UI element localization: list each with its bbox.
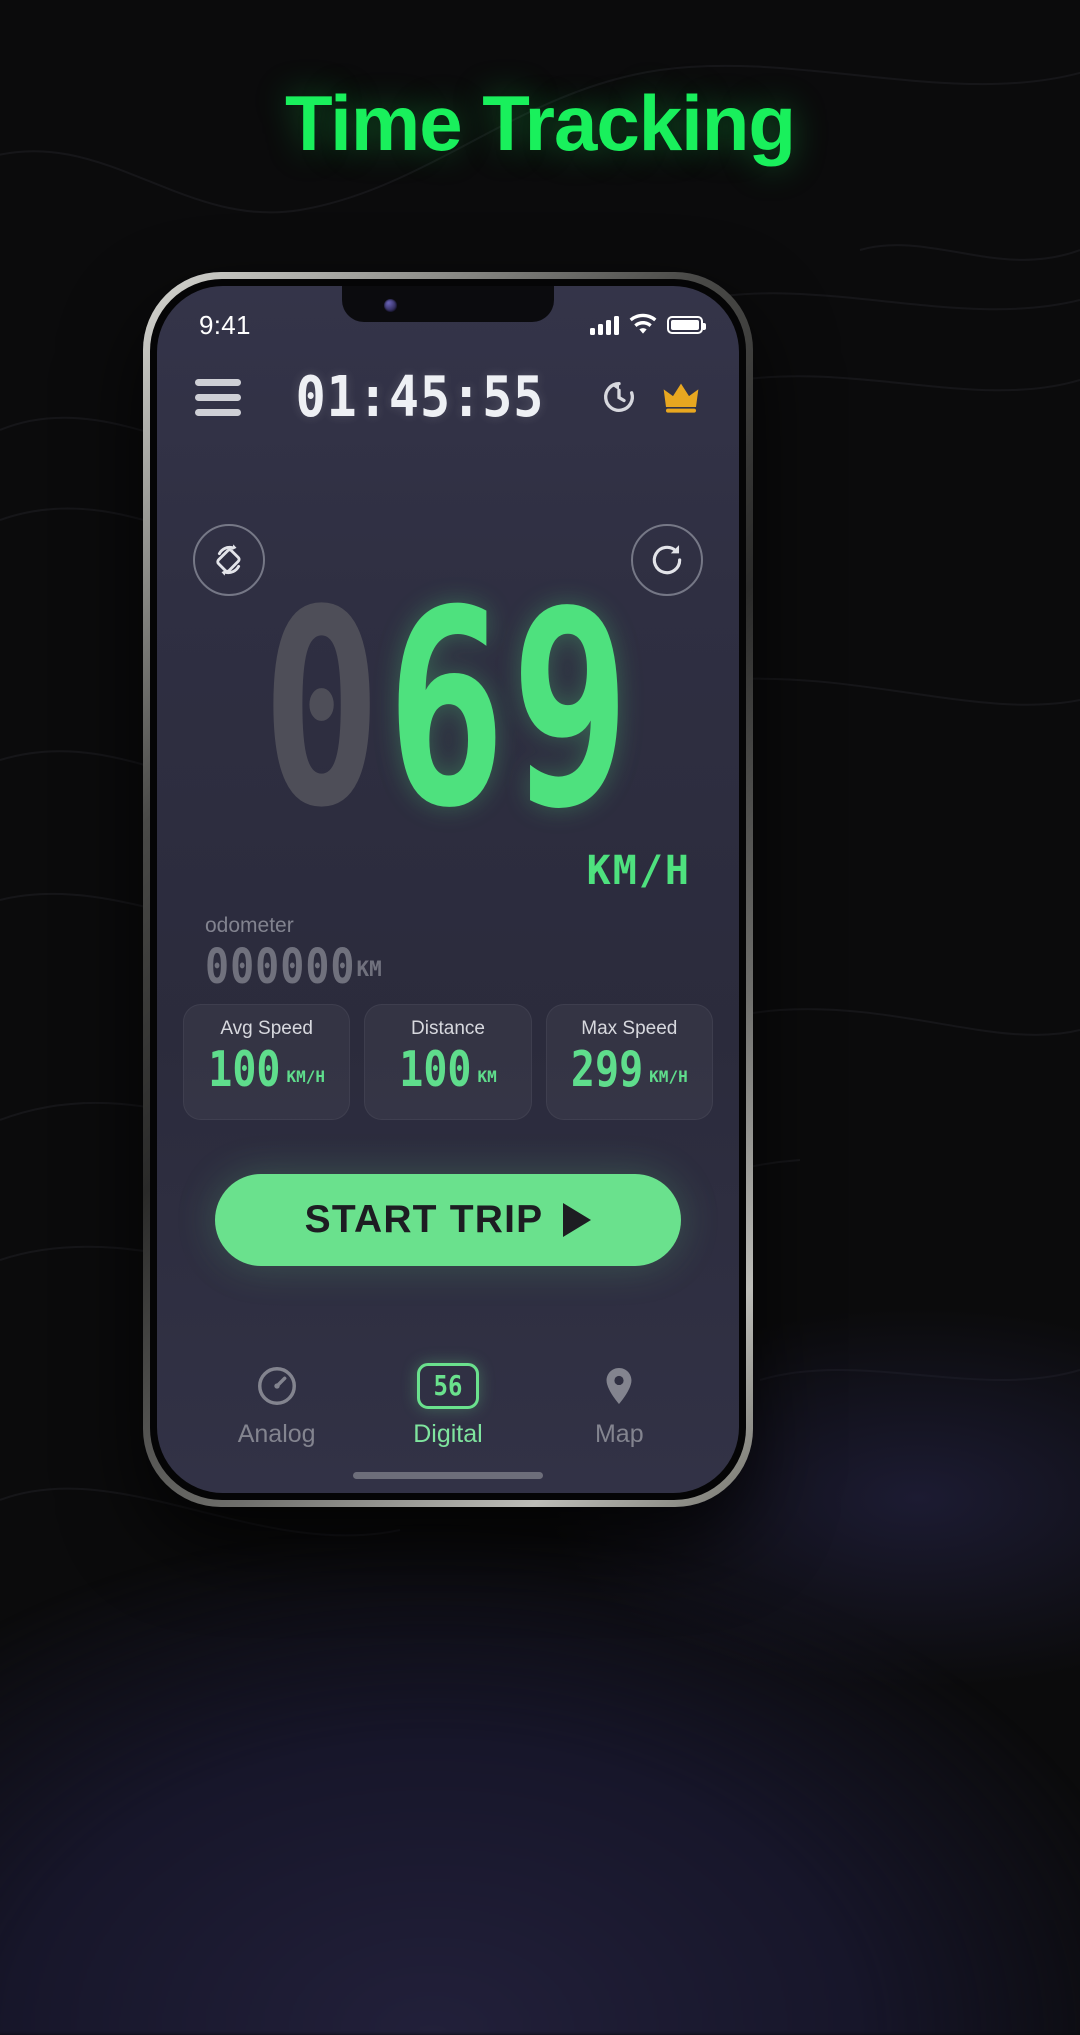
phone-bezel: 9:41 01:45:55 069 KM/H odometer 000000KM… — [150, 279, 746, 1500]
stat-unit: KM — [477, 1067, 497, 1086]
speed-display: 069 KM/H — [157, 575, 739, 894]
nav-label: Digital — [413, 1420, 483, 1448]
stat-value-row: 100 KM — [399, 1042, 497, 1098]
trip-timer: 01:45:55 — [295, 364, 545, 430]
odometer: odometer 000000KM — [205, 914, 382, 995]
stat-title: Distance — [411, 1018, 485, 1039]
crown-icon[interactable] — [661, 377, 701, 417]
stat-card-max-speed: Max Speed 299 KM/H — [545, 1004, 713, 1120]
stat-card-avg-speed: Avg Speed 100 KM/H — [183, 1004, 351, 1120]
stat-value: 100 — [208, 1041, 281, 1099]
nav-label: Analog — [237, 1420, 316, 1448]
front-camera-icon — [384, 299, 397, 312]
gauge-icon — [257, 1367, 296, 1405]
reset-button[interactable] — [631, 524, 703, 596]
stat-unit: KM/H — [286, 1067, 326, 1086]
stat-value-row: 100 KM/H — [208, 1042, 326, 1098]
control-buttons-row — [157, 524, 739, 596]
screen-rotation-icon — [216, 544, 241, 576]
speed-inactive-digits: 0 — [261, 553, 386, 868]
nav-item-map[interactable]: Map — [544, 1363, 694, 1449]
map-pin-icon — [606, 1367, 632, 1405]
play-icon — [563, 1203, 592, 1237]
stat-unit: KM/H — [649, 1067, 688, 1086]
refresh-icon — [652, 545, 682, 575]
wifi-icon — [629, 313, 657, 334]
nav-item-analog[interactable]: Analog — [202, 1363, 352, 1449]
odometer-label: odometer — [205, 914, 294, 937]
status-time: 9:41 — [199, 309, 251, 340]
stats-row: Avg Speed 100 KM/H Distance 100 KM Max S… — [183, 1004, 713, 1120]
start-trip-label: START TRIP — [304, 1198, 544, 1241]
speed-active-digits: 69 — [385, 553, 635, 868]
stat-title: Avg Speed — [220, 1018, 313, 1039]
stat-value: 299 — [570, 1041, 644, 1099]
stat-title: Max Speed — [581, 1018, 678, 1039]
digital-badge: 56 — [433, 1369, 463, 1403]
cellular-signal-icon — [590, 315, 619, 335]
nav-item-digital[interactable]: 56 Digital — [373, 1363, 523, 1449]
page-title: Time Tracking — [284, 79, 796, 167]
home-indicator — [353, 1472, 543, 1479]
digital-display-icon: 56 — [416, 1363, 479, 1409]
app-header: 01:45:55 — [157, 358, 739, 436]
phone-mockup: 9:41 01:45:55 069 KM/H odometer 000000KM… — [143, 272, 753, 1507]
bottom-navigation: Analog 56 Digital Map — [157, 1363, 739, 1449]
header-actions — [599, 377, 701, 417]
battery-icon — [667, 316, 706, 334]
history-icon[interactable] — [599, 377, 639, 417]
stat-value: 100 — [399, 1041, 472, 1099]
odometer-value: 000000 — [205, 940, 356, 996]
odometer-unit: KM — [356, 957, 382, 981]
hamburger-menu-icon[interactable] — [195, 378, 241, 416]
rotate-screen-button[interactable] — [193, 524, 265, 596]
phone-screen: 9:41 01:45:55 069 KM/H odometer 000000KM… — [157, 286, 739, 1493]
speed-value-group: 069 — [261, 575, 634, 845]
device-notch — [342, 286, 554, 322]
stat-value-row: 299 KM/H — [571, 1042, 688, 1098]
nav-label: Map — [594, 1420, 644, 1448]
stat-card-distance: Distance 100 KM — [364, 1004, 532, 1120]
start-trip-button[interactable]: START TRIP — [215, 1174, 681, 1266]
status-icons — [590, 313, 706, 337]
